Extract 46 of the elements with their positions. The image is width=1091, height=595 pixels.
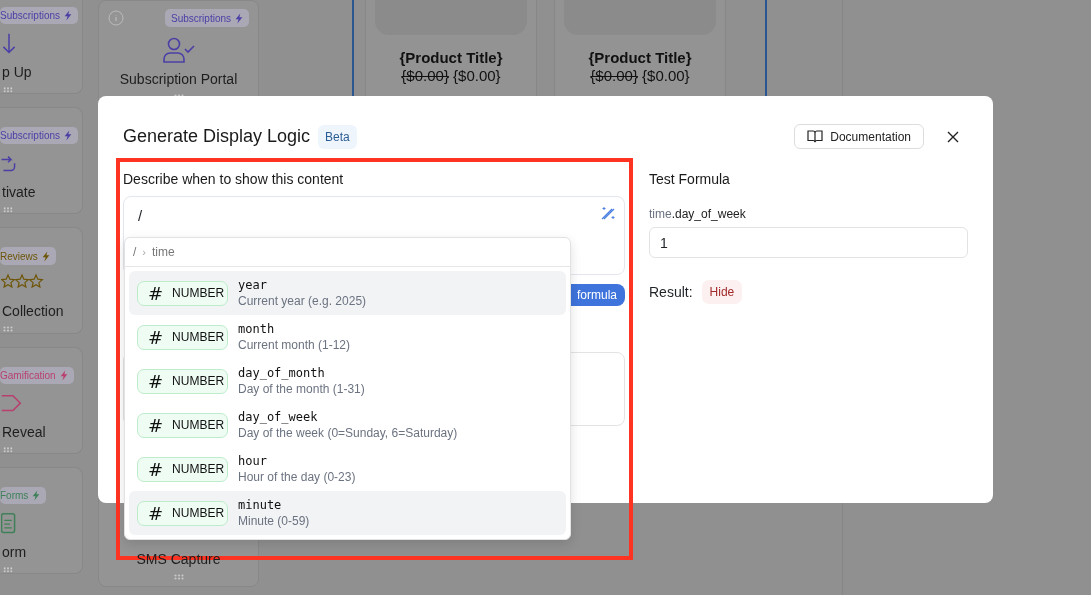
result-badge: Hide — [701, 280, 743, 304]
sale-price: {$0.00} — [453, 67, 501, 84]
variable-description: Current year (e.g. 2025) — [238, 294, 367, 308]
variable-name: month — [238, 322, 276, 336]
original-price: {$0.00} — [590, 67, 638, 84]
type-tag: # NUMBER — [137, 280, 228, 306]
product-title: {Product Title} — [588, 49, 692, 66]
variable-name: day_of_month — [238, 366, 326, 380]
breadcrumb-separator: › — [142, 246, 146, 258]
product-title: {Product Title} — [399, 49, 503, 66]
variable-description: Day of the month (1-31) — [238, 382, 365, 396]
category-tag: Subscriptions — [0, 127, 79, 145]
category-tag: Gamification — [0, 367, 74, 385]
variable-label: time.day_of_week — [649, 207, 747, 221]
result-label: Result: — [649, 284, 693, 300]
variable-name: hour — [238, 454, 268, 468]
type-tag: # NUMBER — [137, 456, 228, 482]
breadcrumb-item: time — [152, 245, 175, 259]
widget-title: orm — [1, 544, 27, 561]
prompt-label: Describe when to show this content — [123, 171, 345, 187]
category-tag: Forms — [0, 487, 47, 505]
category-tag: Subscriptions — [164, 9, 249, 27]
dialog-title: Generate Display Logic — [123, 126, 311, 147]
category-tag: Subscriptions — [0, 7, 79, 25]
variable-description: Hour of the day (0-23) — [238, 470, 356, 484]
variable-description: Current month (1-12) — [238, 338, 351, 352]
variable-name: year — [238, 278, 268, 292]
sale-price: {$0.00} — [642, 67, 690, 84]
widget-title: p Up — [1, 64, 32, 81]
widget-title: SMS Capture — [136, 551, 221, 567]
section-heading: Test Formula — [649, 171, 731, 187]
category-tag: Reviews — [0, 247, 56, 265]
widget-title: tivate — [1, 184, 36, 201]
variable-description: Minute (0-59) — [238, 514, 310, 528]
original-price: {$0.00} — [401, 67, 449, 84]
type-tag: # NUMBER — [137, 368, 228, 394]
variable-name: day_of_week — [238, 410, 319, 424]
widget-title: Subscription Portal — [119, 71, 238, 87]
type-tag: # NUMBER — [137, 324, 228, 350]
variable-description: Day of the week (0=Sunday, 6=Saturday) — [238, 426, 458, 440]
beta-badge: Beta — [318, 124, 357, 149]
widget-title: Reveal — [1, 424, 46, 441]
type-tag: # NUMBER — [137, 412, 228, 438]
widget-title: Collection — [1, 303, 64, 319]
type-tag: # NUMBER — [137, 500, 228, 526]
variable-name: minute — [238, 498, 283, 512]
